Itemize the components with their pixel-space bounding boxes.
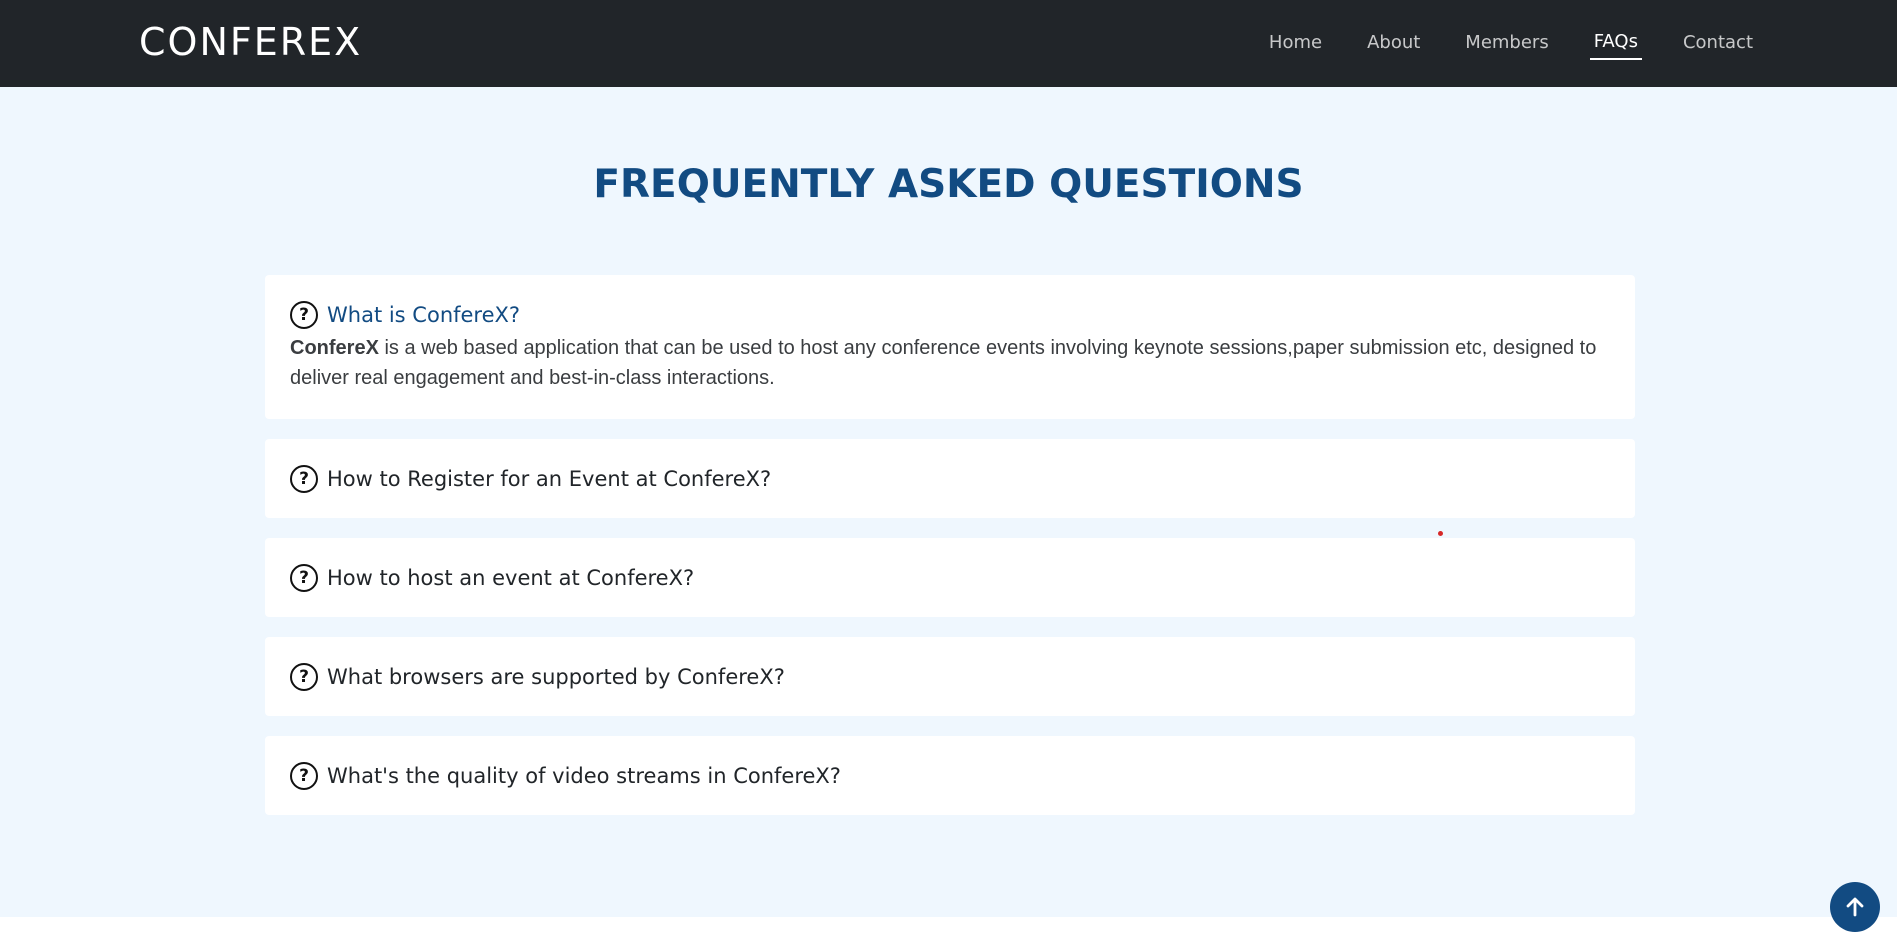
cursor-dot	[1438, 531, 1443, 536]
nav-links: Home About Members FAQs Contact	[1228, 0, 1757, 87]
question-circle-icon: ?	[290, 301, 318, 329]
nav-link-home[interactable]: Home	[1265, 28, 1326, 59]
faq-answer: ConfereX is a web based application that…	[290, 333, 1610, 419]
nav-link-contact[interactable]: Contact	[1679, 28, 1757, 59]
question-circle-icon: ?	[290, 761, 318, 790]
faq-item-host-event: ? How to host an event at ConfereX?	[265, 538, 1635, 617]
faq-item-what-is-conferex: ? What is ConfereX? ConfereX is a web ba…	[265, 275, 1635, 419]
faq-item-register: ? How to Register for an Event at Confer…	[265, 439, 1635, 518]
faq-question-toggle[interactable]: ? What's the quality of video streams in…	[290, 736, 1610, 815]
faq-question-toggle[interactable]: ? What browsers are supported by Confere…	[290, 637, 1610, 716]
nav-link-members[interactable]: Members	[1461, 28, 1552, 59]
faq-item-browsers: ? What browsers are supported by Confere…	[265, 637, 1635, 716]
brand-logo[interactable]: CONFEREX	[139, 18, 362, 66]
faq-list: ? What is ConfereX? ConfereX is a web ba…	[265, 275, 1635, 835]
faq-question-text: How to Register for an Event at ConfereX…	[327, 466, 772, 491]
footer-band	[0, 917, 1897, 947]
arrow-up-icon	[1846, 897, 1864, 917]
question-circle-icon: ?	[290, 464, 318, 493]
back-to-top-button[interactable]	[1830, 882, 1880, 932]
faq-question-text: What browsers are supported by ConfereX?	[327, 664, 785, 689]
faq-answer-bold: ConfereX	[290, 337, 379, 359]
faq-question-toggle[interactable]: ? How to Register for an Event at Confer…	[290, 439, 1610, 518]
faq-question-text: What is ConfereX?	[327, 303, 521, 327]
faq-question-text: What's the quality of video streams in C…	[327, 763, 841, 788]
faq-answer-text: is a web based application that can be u…	[290, 337, 1597, 389]
faq-question-toggle[interactable]: ? How to host an event at ConfereX?	[290, 538, 1610, 617]
question-circle-icon: ?	[290, 662, 318, 691]
nav-link-faqs[interactable]: FAQs	[1589, 27, 1642, 60]
faq-question-text: How to host an event at ConfereX?	[327, 565, 695, 590]
nav-link-about[interactable]: About	[1363, 28, 1424, 59]
faq-item-video-quality: ? What's the quality of video streams in…	[265, 736, 1635, 815]
navbar: CONFEREX Home About Members FAQs Contact	[0, 0, 1897, 87]
page-title: FREQUENTLY ASKED QUESTIONS	[593, 162, 1304, 207]
question-circle-icon: ?	[290, 563, 318, 592]
